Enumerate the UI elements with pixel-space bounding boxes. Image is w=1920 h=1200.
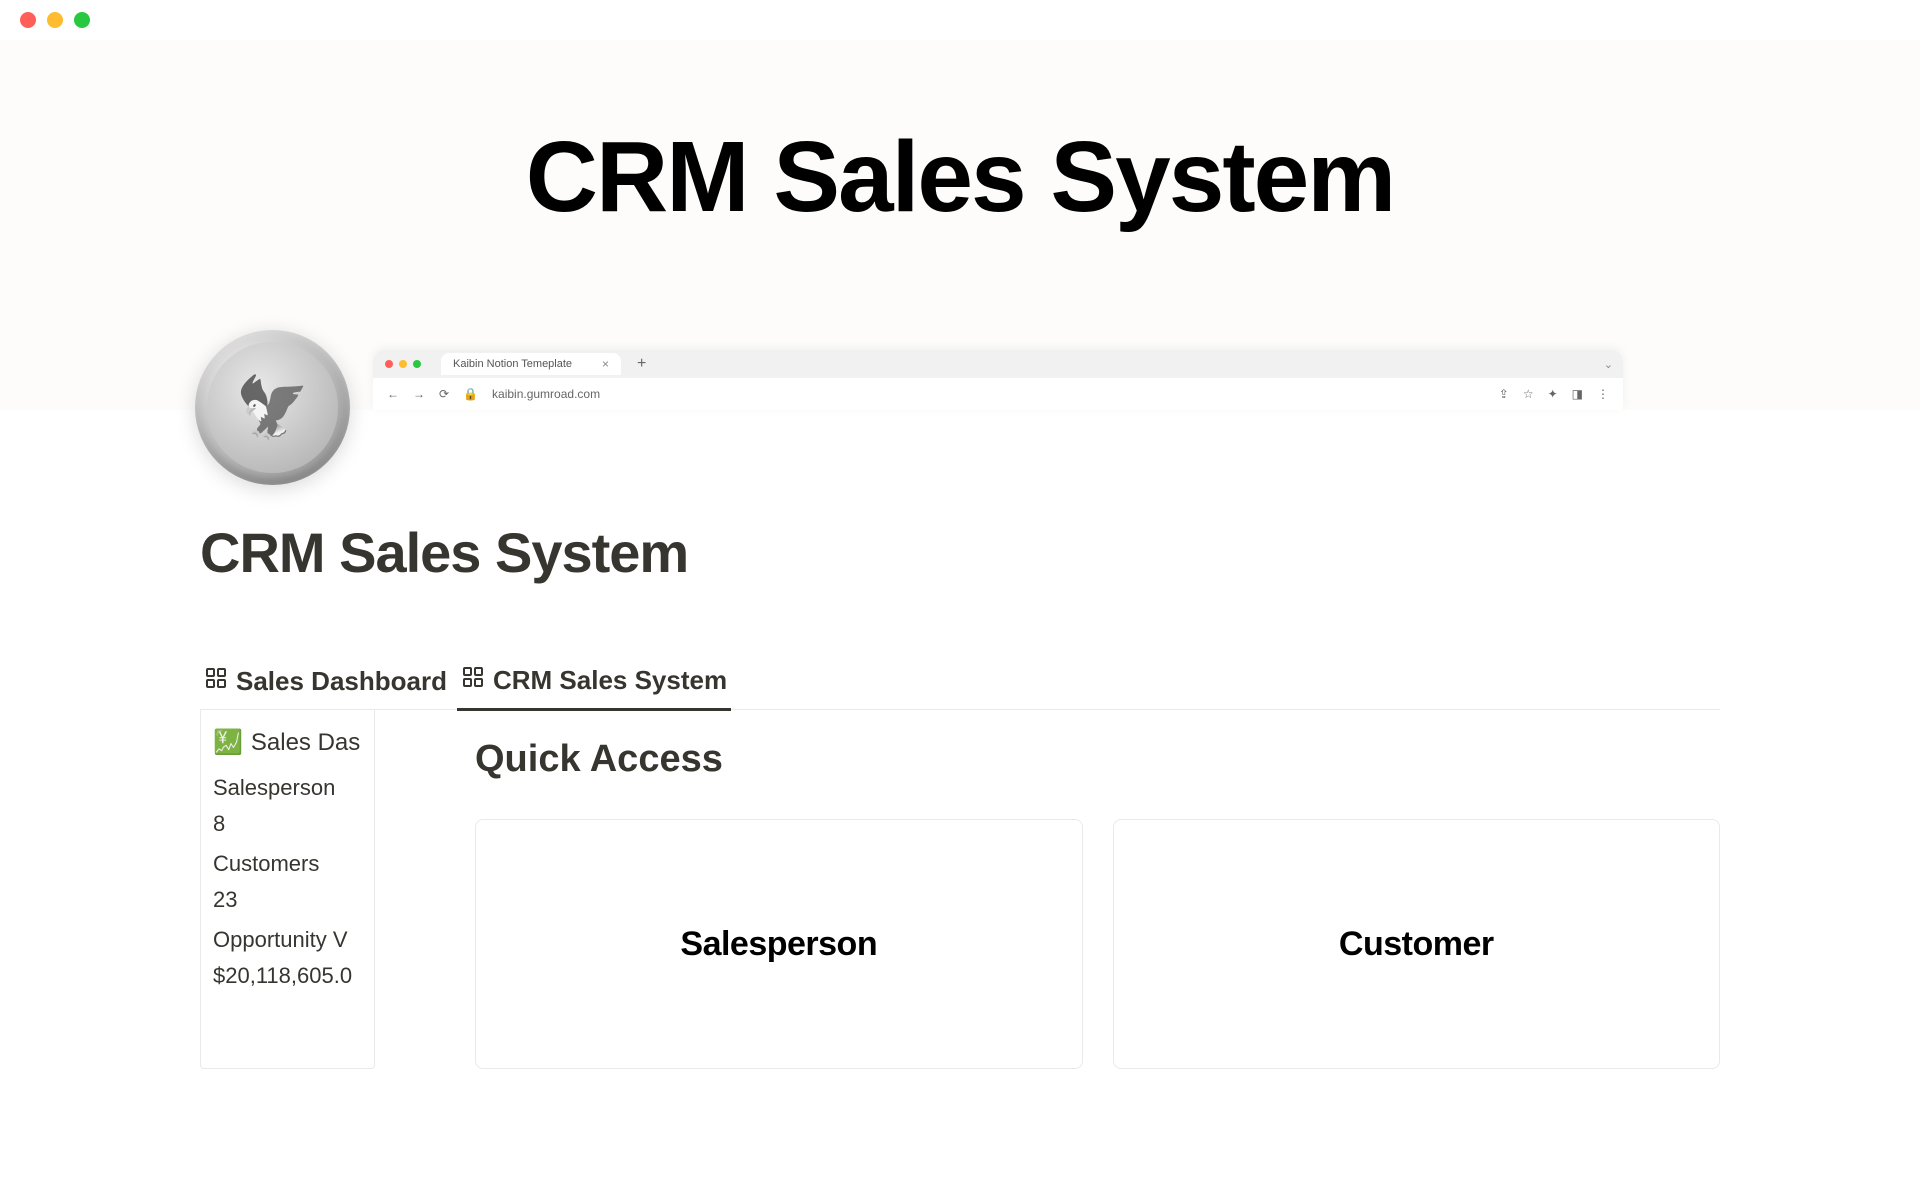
browser-mockup: Kaibin Notion Temeplate × + ⌄ ← → ⟳ 🔒 ka… bbox=[373, 350, 1623, 410]
stat-label-opportunity: Opportunity V bbox=[213, 927, 362, 953]
hero-title: CRM Sales System bbox=[0, 40, 1920, 235]
stat-label-salesperson: Salesperson bbox=[213, 775, 362, 801]
maximize-window-button[interactable] bbox=[74, 12, 90, 28]
quick-access-salesperson[interactable]: Salesperson bbox=[475, 819, 1083, 1069]
view-tabs: Sales Dashboard CRM Sales System bbox=[200, 657, 1720, 710]
tab-close-icon: × bbox=[602, 357, 609, 371]
browser-tab: Kaibin Notion Temeplate × bbox=[441, 353, 621, 375]
eagle-icon: 🦅 bbox=[235, 372, 310, 443]
tabs-dropdown-icon: ⌄ bbox=[1604, 358, 1613, 371]
mock-close-icon bbox=[385, 360, 393, 368]
sidebar-heading-text: Sales Das bbox=[251, 729, 360, 757]
quick-access-cards: Salesperson Customer bbox=[475, 819, 1720, 1069]
stat-value-customers: 23 bbox=[213, 887, 362, 913]
browser-tab-strip: Kaibin Notion Temeplate × + ⌄ bbox=[373, 350, 1623, 378]
page-icon-coin[interactable]: 🦅 bbox=[195, 330, 350, 485]
close-window-button[interactable] bbox=[20, 12, 36, 28]
sales-dashboard-card[interactable]: 💹 Sales Das Salesperson 8 Customers 23 O… bbox=[200, 710, 375, 1069]
reload-icon: ⟳ bbox=[439, 387, 449, 401]
lock-icon: 🔒 bbox=[463, 387, 478, 401]
share-icon: ⇪ bbox=[1499, 387, 1509, 401]
page-title: CRM Sales System bbox=[200, 520, 1720, 585]
browser-address-bar: ← → ⟳ 🔒 kaibin.gumroad.com ⇪ ☆ ✦ ◨ ⋮ bbox=[373, 378, 1623, 410]
stat-label-customers: Customers bbox=[213, 851, 362, 877]
menu-icon: ⋮ bbox=[1597, 387, 1609, 401]
tab-sales-dashboard[interactable]: Sales Dashboard bbox=[200, 657, 451, 709]
forward-icon: → bbox=[413, 387, 425, 401]
mock-minimize-icon bbox=[399, 360, 407, 368]
card-title: Salesperson bbox=[680, 925, 877, 964]
quick-access-heading: Quick Access bbox=[475, 738, 1720, 781]
stat-value-opportunity: $20,118,605.0 bbox=[213, 963, 362, 989]
card-title: Customer bbox=[1339, 925, 1494, 964]
tab-crm-sales-system[interactable]: CRM Sales System bbox=[457, 657, 731, 711]
star-icon: ☆ bbox=[1523, 387, 1534, 401]
sidebar-icon: ◨ bbox=[1572, 387, 1583, 401]
sidebar-heading: 💹 Sales Das bbox=[213, 728, 362, 757]
grid-icon bbox=[461, 665, 485, 696]
new-tab-icon: + bbox=[637, 355, 646, 373]
minimize-window-button[interactable] bbox=[47, 12, 63, 28]
window-traffic-lights bbox=[0, 0, 1920, 40]
chart-increasing-icon: 💹 bbox=[213, 728, 243, 757]
extension-icon: ✦ bbox=[1548, 387, 1558, 401]
stat-value-salesperson: 8 bbox=[213, 811, 362, 837]
back-icon: ← bbox=[387, 387, 399, 401]
browser-tab-title: Kaibin Notion Temeplate bbox=[453, 358, 572, 370]
tab-label: Sales Dashboard bbox=[236, 666, 447, 697]
quick-access-customer[interactable]: Customer bbox=[1113, 819, 1721, 1069]
mock-maximize-icon bbox=[413, 360, 421, 368]
browser-url: kaibin.gumroad.com bbox=[492, 387, 600, 401]
grid-icon bbox=[204, 666, 228, 697]
tab-label: CRM Sales System bbox=[493, 665, 727, 696]
